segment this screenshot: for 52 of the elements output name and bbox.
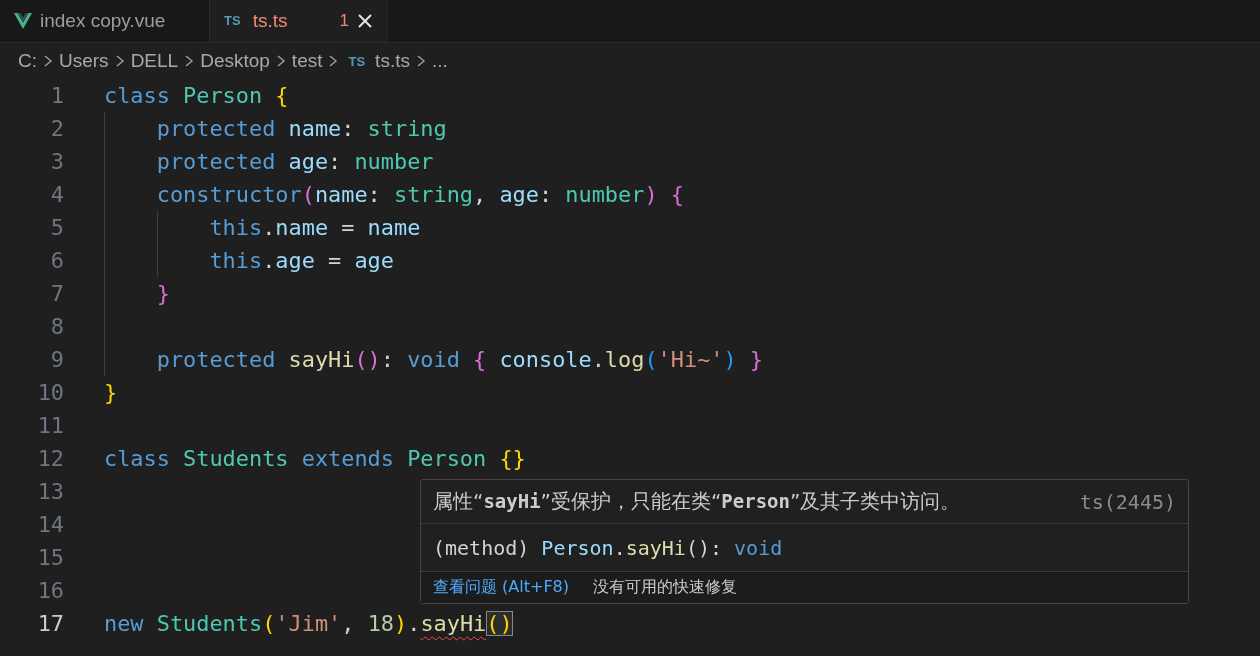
typescript-icon: TS (348, 53, 366, 69)
line-number: 15 (36, 545, 64, 570)
breadcrumb-item[interactable]: test (289, 50, 325, 72)
line-number: 9 (49, 347, 64, 372)
chevron-icon (328, 53, 339, 69)
editor-tab[interactable]: TS ts.ts 1 (210, 0, 388, 42)
chevron-icon (43, 53, 53, 69)
line-number: 3 (49, 149, 64, 174)
line-number: 14 (36, 512, 64, 537)
line-number: 6 (49, 248, 64, 273)
typescript-icon: TS (224, 13, 241, 28)
line-number: 13 (36, 479, 64, 504)
code-line: class Person { (104, 82, 289, 110)
line-number: 17 (36, 611, 64, 636)
view-problem-link[interactable]: 查看问题 (Alt+F8) (433, 577, 570, 598)
line-number: 1 (49, 83, 64, 108)
line-number: 10 (36, 380, 64, 405)
breadcrumb-item[interactable]: ts.ts (373, 50, 412, 72)
code-line: this.name = name (104, 211, 421, 244)
breadcrumb-item[interactable]: C: (16, 50, 39, 72)
breadcrumb-item[interactable]: Desktop (198, 50, 272, 72)
error-message: 属性“sayHi”受保护，只能在类“Person”及其子类中访问。 (433, 488, 961, 515)
line-number: 7 (49, 281, 64, 306)
line-number: 8 (49, 314, 64, 339)
code-line: protected sayHi(): void { console.log('Hi~') } (104, 343, 764, 376)
chevron-icon (275, 53, 286, 69)
line-number: 2 (49, 116, 64, 141)
code-line: } (104, 277, 170, 310)
code-line: protected name: string (104, 112, 447, 145)
chevron-icon (114, 53, 125, 69)
error-code: ts(2445) (1079, 489, 1176, 514)
line-number: 5 (49, 215, 64, 240)
code-line: protected age: number (104, 145, 434, 178)
close-icon (357, 12, 373, 29)
line-number: 12 (36, 446, 64, 471)
chevron-icon (184, 53, 195, 69)
code-line: new Students('Jim', 18).sayHi() (104, 610, 513, 638)
line-number: 11 (36, 413, 64, 438)
breadcrumb-item[interactable]: DELL (128, 50, 181, 72)
code-line: this.age = age (104, 244, 394, 277)
line-number: 4 (49, 182, 64, 207)
breadcrumb-item[interactable]: Users (57, 50, 111, 72)
breadcrumb-item[interactable]: ... (429, 50, 450, 72)
code-line: } (104, 379, 118, 407)
quick-fix-text: 没有可用的快速修复 (593, 577, 738, 598)
vue-icon (14, 13, 32, 29)
code-line: constructor(name: string, age: number) { (104, 178, 684, 211)
error-count: 1 (339, 10, 349, 31)
method-signature: (method) Person.sayHi(): void (433, 535, 783, 560)
code-line: class Students extends Person {} (104, 445, 526, 473)
line-number: 16 (36, 578, 64, 603)
chevron-icon (415, 53, 426, 69)
